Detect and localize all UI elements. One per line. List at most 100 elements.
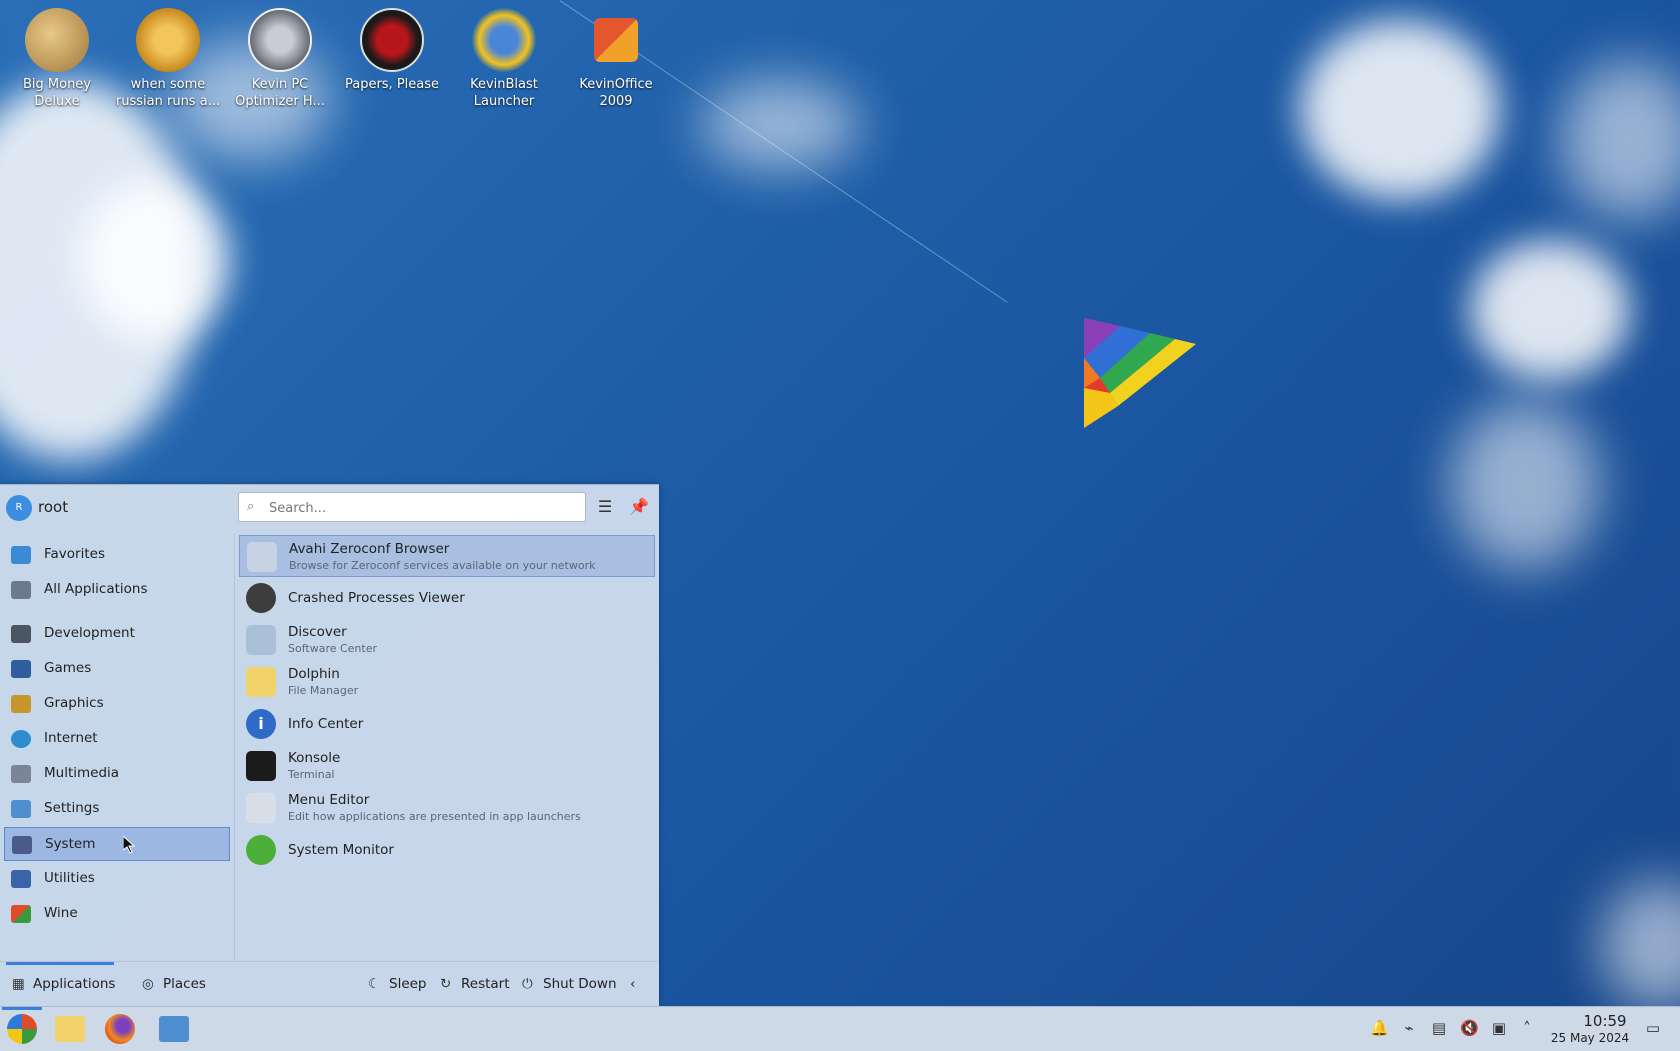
utilities-icon [11, 870, 31, 888]
list-item[interactable]: i Info Center [239, 703, 655, 745]
desktop-icon[interactable]: Kevin PC Optimizer H... [225, 8, 335, 110]
configure-button[interactable]: ☰ [592, 494, 618, 520]
tab-label: Applications [33, 976, 116, 992]
leave-options-button[interactable]: ‹ [630, 976, 635, 992]
grid-icon: ▦ [12, 976, 25, 992]
app-name: System Monitor [288, 842, 394, 858]
sidebar-item-development[interactable]: Development [4, 617, 230, 651]
app-name: Konsole [288, 750, 341, 766]
compass-icon: ◎ [142, 976, 154, 992]
notification-bell-icon[interactable]: 🔔 [1370, 1019, 1389, 1037]
sidebar-item-graphics[interactable]: Graphics [4, 687, 230, 721]
taskbar-system-settings[interactable] [156, 1012, 192, 1046]
desktop-icon-label: Papers, Please [344, 77, 440, 92]
list-item[interactable]: System Monitor [239, 829, 655, 871]
list-item[interactable]: Menu Editor Edit how applications are pr… [239, 787, 655, 829]
sidebar-item-all-applications[interactable]: All Applications [4, 573, 230, 607]
desktop-icon[interactable]: KevinBlast Launcher [449, 8, 559, 110]
bug-icon [246, 583, 276, 613]
volume-muted-icon[interactable]: 🔇 [1460, 1019, 1479, 1037]
info-icon: i [246, 709, 276, 739]
username[interactable]: root [38, 498, 68, 516]
tab-applications[interactable]: ▦ Applications [12, 976, 115, 992]
search-input[interactable] [267, 496, 581, 520]
app-name: Menu Editor [288, 792, 370, 808]
sliders-icon: ☰ [597, 497, 613, 516]
system-monitor-icon [246, 835, 276, 865]
start-button[interactable] [4, 1012, 40, 1046]
list-item[interactable]: Avahi Zeroconf Browser Browse for Zeroco… [239, 535, 655, 577]
sidebar-item-label: All Applications [44, 581, 148, 597]
network-icon[interactable]: ⌁ [1400, 1019, 1418, 1037]
sidebar-item-system[interactable]: System [4, 827, 230, 861]
app-description: Software Center [288, 642, 378, 655]
discover-icon [246, 625, 276, 655]
restart-icon: ↻ [440, 976, 452, 992]
desktop-icon-label: KevinBlast [470, 77, 538, 92]
sidebar-item-label: Development [44, 625, 135, 641]
sidebar-item-label: Favorites [44, 546, 105, 562]
tab-label: Places [163, 976, 206, 992]
list-item[interactable]: Discover Software Center [239, 619, 655, 661]
pin-button[interactable]: 📌 [626, 494, 652, 520]
list-item[interactable]: Crashed Processes Viewer [239, 577, 655, 619]
avatar[interactable]: R [6, 495, 32, 521]
sidebar-item-favorites[interactable]: Favorites [4, 538, 230, 572]
sidebar-item-multimedia[interactable]: Multimedia [4, 757, 230, 791]
clock-time[interactable]: 10:59 [1560, 1012, 1650, 1030]
clipboard-icon[interactable]: ▤ [1430, 1019, 1448, 1037]
search-icon: ⌕ [247, 499, 255, 514]
menu-editor-icon [246, 793, 276, 823]
sidebar-item-label: Games [44, 660, 92, 676]
app-name: Discover [288, 624, 347, 640]
shutdown-button[interactable]: ⏻ Shut Down [522, 976, 617, 992]
folder-icon [55, 1016, 85, 1042]
taskbar-firefox[interactable] [102, 1012, 138, 1046]
desktop-icon-label: Optimizer H... [235, 94, 325, 109]
office-logo-icon [594, 18, 638, 62]
app-description: Terminal [288, 768, 335, 781]
starburst-icon [472, 8, 536, 72]
input-method-icon[interactable]: ▣ [1490, 1019, 1508, 1037]
sidebar-item-internet[interactable]: Internet [4, 722, 230, 756]
pin-icon: 📌 [629, 497, 649, 516]
settings-icon [11, 800, 31, 818]
restart-button[interactable]: ↻ Restart [440, 976, 510, 992]
launcher-active-indicator [2, 1007, 42, 1010]
list-item[interactable]: Konsole Terminal [239, 745, 655, 787]
app-description: File Manager [288, 684, 359, 697]
desktop-icon-label: russian runs a... [115, 94, 221, 109]
sidebar-item-wine[interactable]: Wine [4, 897, 230, 931]
favorites-icon [11, 546, 31, 564]
firefox-icon [105, 1014, 135, 1044]
button-label: Shut Down [543, 976, 617, 992]
app-name: Avahi Zeroconf Browser [289, 541, 450, 557]
show-desktop-icon[interactable]: ▭ [1644, 1019, 1662, 1037]
list-item[interactable]: Dolphin File Manager [239, 661, 655, 703]
desktop-icon[interactable]: Big Money Deluxe [2, 8, 112, 110]
sidebar-item-utilities[interactable]: Utilities [4, 862, 230, 896]
desktop-icon-label: Big Money [22, 77, 91, 92]
sidebar-item-label: Wine [44, 905, 78, 921]
chevron-up-icon[interactable]: ˄ [1518, 1019, 1536, 1037]
launcher-footer: ▦ Applications ◎ Places ☾ Sleep ↻ Restart ⏻ S… [0, 961, 659, 1008]
search-box[interactable]: ⌕ [238, 492, 586, 522]
tab-places[interactable]: ◎ Places [142, 976, 206, 992]
desktop-icon-label: Deluxe [34, 94, 80, 109]
desktop-icon-label: 2009 [599, 94, 633, 109]
gauge-icon [248, 8, 312, 72]
sidebar-item-games[interactable]: Games [4, 652, 230, 686]
app-description: Edit how applications are presented in a… [288, 810, 581, 823]
sleep-button[interactable]: ☾ Sleep [368, 976, 427, 992]
folder-icon [246, 667, 276, 697]
clock-date[interactable]: 25 May 2024 [1540, 1031, 1640, 1045]
desktop-icon[interactable]: KevinOffice 2009 [561, 8, 671, 110]
application-launcher: R root ⌕ ☰ 📌 Favorites All Applications … [0, 484, 659, 1007]
button-label: Restart [461, 976, 510, 992]
desktop-icon-label: KevinOffice [579, 77, 653, 92]
sidebar-item-label: Internet [44, 730, 98, 746]
sidebar-item-settings[interactable]: Settings [4, 792, 230, 826]
desktop-icon[interactable]: when some russian runs a... [113, 8, 223, 110]
taskbar-file-manager[interactable] [52, 1012, 88, 1046]
desktop-icon[interactable]: Papers, Please [337, 8, 447, 93]
